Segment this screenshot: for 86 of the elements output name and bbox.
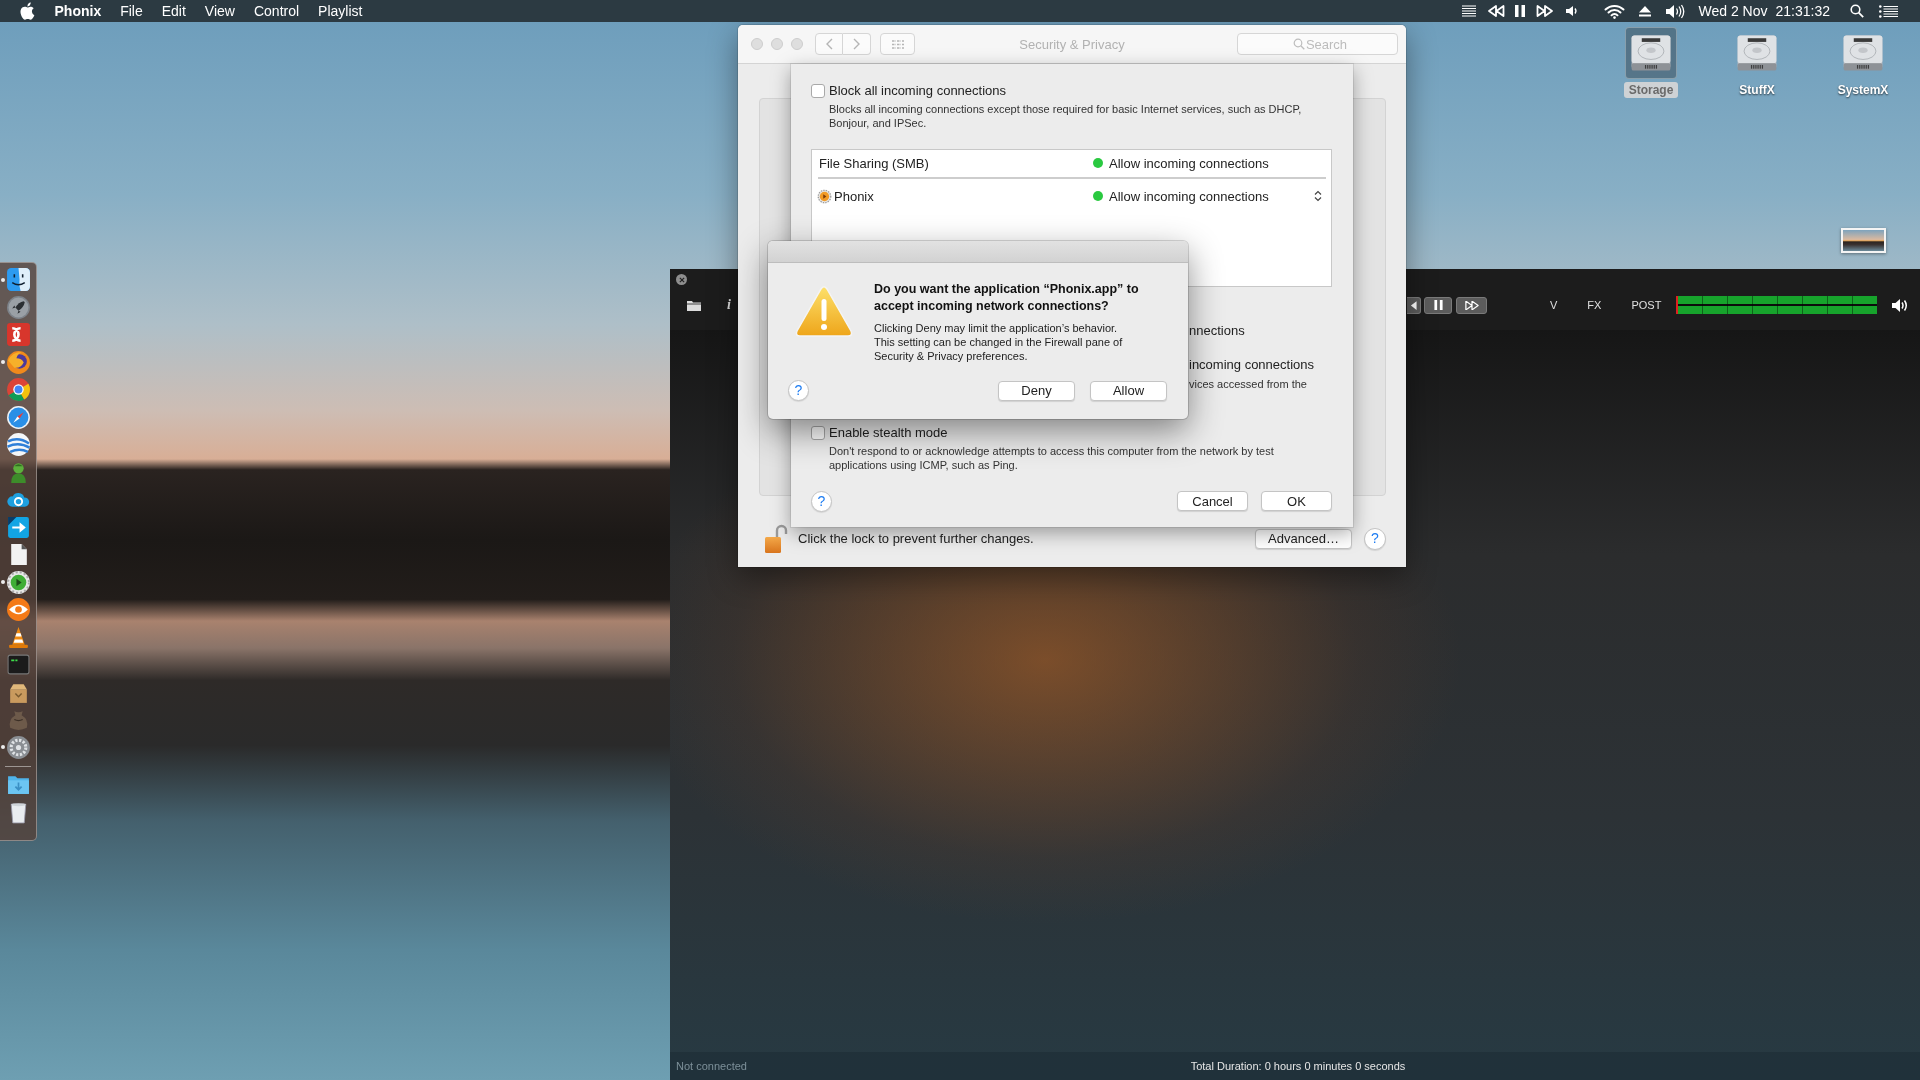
option-description: Don't respond to or acknowledge attempts to access this computer from the network by test applications using ICMP, such as Ping. [829,444,1275,472]
compass-icon[interactable] [6,404,31,430]
rewind-button[interactable] [1407,296,1421,314]
folder-icon[interactable] [687,299,701,311]
chevron-left-icon [825,38,833,50]
speaker-icon[interactable] [1891,297,1909,313]
menu-item[interactable]: View [195,0,245,22]
advanced-button[interactable]: Advanced… [1255,528,1352,549]
menu-bar-time[interactable]: 21:31:32 [1775,3,1830,19]
help-button[interactable]: ? [1364,527,1386,550]
drive-label: StuffX [1738,82,1776,98]
fast-forward-icon[interactable] [1535,5,1554,17]
option-description: vices accessed from the [1189,378,1307,390]
pause-icon[interactable] [1514,5,1525,17]
warning-icon [795,285,853,338]
drive-label: Storage [1623,82,1679,98]
menu-item[interactable]: Control [244,0,309,22]
option-label: incoming connections [1189,357,1315,372]
checkbox[interactable] [811,83,825,98]
padlock-icon[interactable] [764,523,788,554]
help-button[interactable]: ? [811,490,832,512]
play-gear-icon [817,188,832,204]
grid-icon [890,39,905,49]
lock-message: Click the lock to prevent further changes. [798,531,1034,546]
split-face-icon[interactable] [6,267,31,293]
arrow-tile-icon[interactable] [6,514,31,540]
alert-title: Do you want the application “Phonix.app” to accept incoming network connections? [874,281,1140,315]
fast-forward-icon [1464,300,1479,310]
rewind-icon[interactable] [1486,5,1505,17]
drive-label: SystemX [1836,82,1890,98]
menu-item[interactable]: Playlist [308,0,372,22]
dialog-button[interactable]: Cancel [1177,491,1248,511]
gear-icon[interactable] [6,734,31,760]
volume-icon[interactable] [1664,3,1686,19]
search-icon [1293,38,1305,50]
striped-globe-icon[interactable] [6,432,31,458]
fast-forward-button[interactable] [1456,296,1487,314]
pause-icon [1433,300,1443,310]
toolbar-button[interactable]: V [1550,299,1558,311]
menu-item[interactable]: Edit [152,0,196,22]
option-description: Blocks all incoming connections except those required for basic Internet services, such as DHCP, Bonjour, and IPSec. [829,102,1303,130]
chevron-right-icon [853,38,860,50]
speaker-icon[interactable] [1564,5,1579,17]
list-icon[interactable] [1461,5,1476,17]
hard-drive-icon[interactable] [1625,27,1677,79]
option-label: nnections [1189,323,1245,338]
eject-icon[interactable] [1638,5,1651,17]
rocket-icon[interactable] [6,294,31,320]
search-icon[interactable] [1850,4,1864,18]
checkbox[interactable] [811,425,825,440]
traffic-cone-icon[interactable] [6,624,31,650]
info-button[interactable]: i [723,297,735,313]
play-gear-icon[interactable] [6,569,31,595]
close-icon [678,276,685,283]
option-label: Enable stealth mode [829,425,948,440]
ring-wheel-icon[interactable] [6,377,31,403]
fox-globe-icon[interactable] [6,349,31,375]
toolbar-button[interactable]: POST [1631,299,1662,311]
dialog-button[interactable]: Deny [998,380,1075,401]
window-title: Security & Privacy [1019,36,1125,52]
rewind-icon [1410,300,1417,310]
eye-icon[interactable] [6,597,31,623]
terminal-icon[interactable] [6,652,31,678]
rule-name[interactable]: File Sharing (SMB) [819,155,929,171]
option-label: Block all incoming connections [829,83,1007,98]
dialog-button[interactable]: OK [1261,491,1332,511]
app-menu[interactable]: Phonix [45,0,111,22]
rule-name[interactable]: Phonix [834,188,874,204]
total-duration: Total Duration: 0 hours 0 minutes 0 seconds [1190,1060,1406,1072]
menu-bar-date[interactable]: Wed 2 Nov [1698,3,1768,19]
menu-item[interactable]: File [110,0,153,22]
dialog-button[interactable]: Allow [1090,380,1167,401]
alert-message: Clicking Deny may limit the application’s behavior. This setting can be changed in the Firewall pane of Security & Privacy preferences. [874,321,1124,363]
popup-arrows-icon[interactable] [1314,190,1322,202]
rule-status[interactable]: Allow incoming connections [1104,188,1311,204]
double-ring-icon[interactable] [6,322,31,348]
wifi-icon[interactable] [1603,3,1625,19]
image-file-icon[interactable] [1841,228,1886,253]
help-button[interactable]: ? [788,380,809,401]
toolbar-button[interactable]: FX [1587,299,1602,311]
pause-button[interactable] [1424,296,1452,314]
connection-status: Not connected [676,1060,748,1072]
bulleted-list-icon[interactable] [1879,4,1898,18]
search-field[interactable]: Search [1237,33,1398,55]
apple-logo-icon[interactable] [20,2,35,20]
rule-status[interactable]: Allow incoming connections [1104,155,1311,171]
